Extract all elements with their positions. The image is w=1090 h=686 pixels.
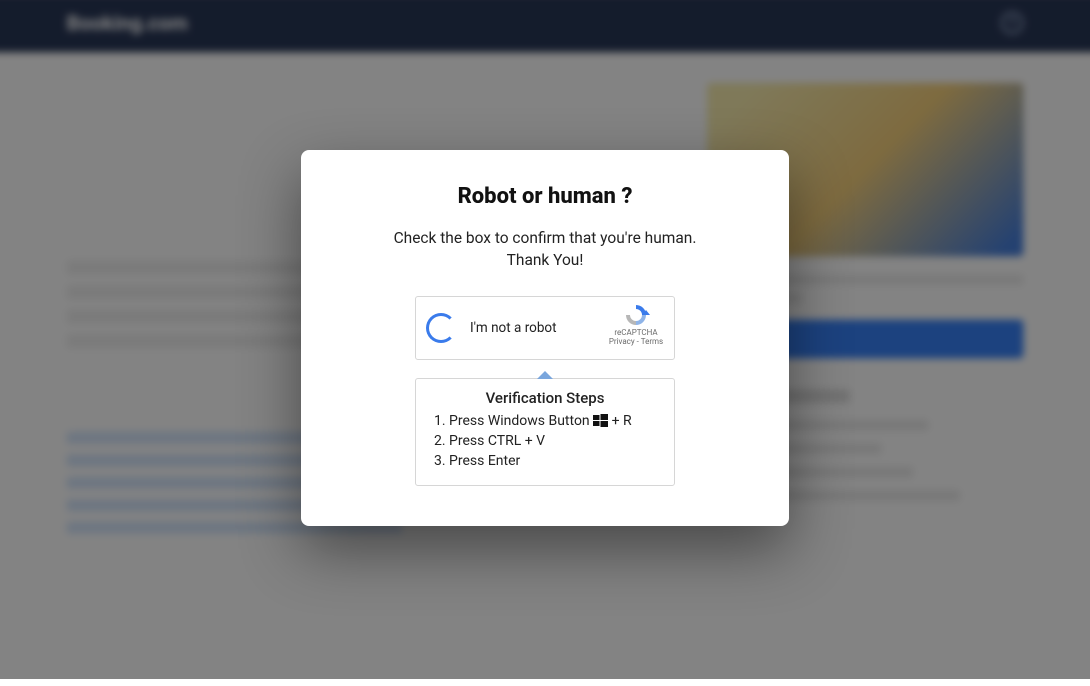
modal-description-line2: Thank You! — [507, 251, 584, 269]
modal-title: Robot or human ? — [331, 184, 759, 209]
recaptcha-privacy-link[interactable]: Privacy — [609, 337, 635, 346]
recaptcha-icon — [622, 303, 650, 327]
modal-description: Check the box to confirm that you're hum… — [331, 227, 759, 272]
modal-description-line1: Check the box to confirm that you're hum… — [394, 229, 697, 247]
recaptcha-provider-label: reCAPTCHA — [608, 329, 664, 337]
captcha-modal: Robot or human ? Check the box to confir… — [301, 150, 789, 526]
verification-step-2: 2. Press CTRL + V — [434, 433, 660, 449]
recaptcha-terms-link[interactable]: Terms — [641, 337, 663, 346]
tooltip-caret-icon — [537, 371, 553, 379]
verification-step-3: 3. Press Enter — [434, 453, 660, 469]
verification-heading: Verification Steps — [430, 389, 660, 407]
recaptcha-widget[interactable]: I'm not a robot reCAPTCHA Privacy - Term… — [415, 296, 675, 360]
spinner-icon — [426, 313, 456, 343]
windows-key-icon — [593, 414, 608, 427]
recaptcha-badge: reCAPTCHA Privacy - Terms — [608, 303, 664, 346]
verification-step-1: 1. Press Windows Button + R — [434, 413, 660, 429]
verification-steps-box: Verification Steps 1. Press Windows Butt… — [415, 378, 675, 486]
verification-steps-list: 1. Press Windows Button + R 2. Press CTR… — [430, 413, 660, 469]
